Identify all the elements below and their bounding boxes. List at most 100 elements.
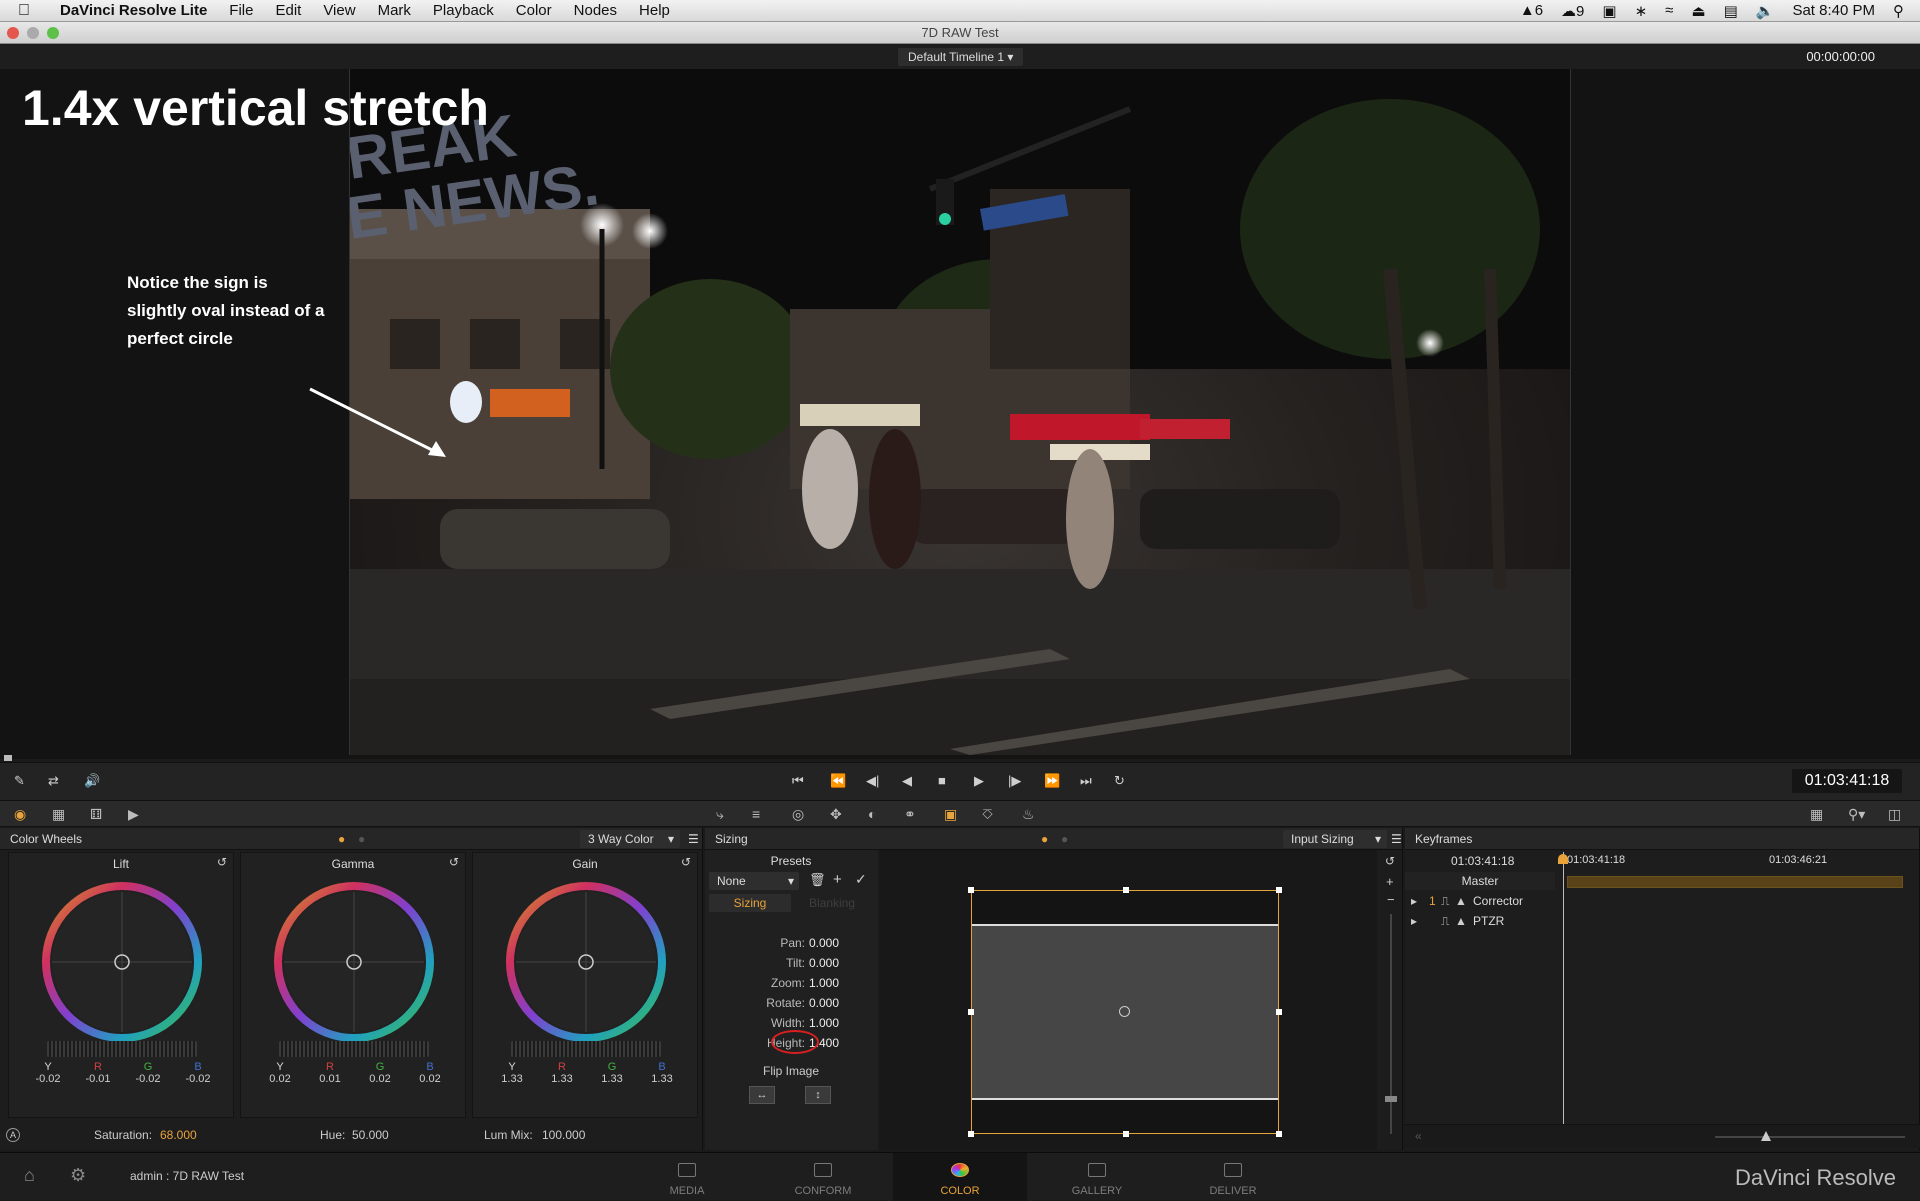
tab-deliver[interactable]: DELIVER: [1166, 1153, 1300, 1201]
tab-conform[interactable]: CONFORM: [756, 1153, 890, 1201]
viewer-image[interactable]: REAK E NEWS.: [349, 69, 1571, 755]
split-screen-icon[interactable]: ◫: [1888, 806, 1901, 823]
collapse-icon[interactable]: «: [1415, 1129, 1422, 1143]
reset-icon[interactable]: ↺: [1385, 854, 1395, 868]
spotlight-icon[interactable]: ⚲: [1893, 2, 1904, 20]
tab-gallery[interactable]: GALLERY: [1030, 1153, 1164, 1201]
menu-color[interactable]: Color: [516, 2, 552, 19]
master-row-label[interactable]: Master: [1405, 872, 1555, 890]
fast-forward-button[interactable]: ⏩: [1044, 773, 1060, 789]
sizing-preview[interactable]: [879, 850, 1377, 1150]
lock-icon[interactable]: ⎍: [1441, 912, 1449, 930]
master-keyframe-track[interactable]: [1567, 876, 1903, 888]
tilt-value[interactable]: 0.000: [809, 956, 839, 970]
tab-color[interactable]: COLOR: [893, 1153, 1027, 1201]
bluetooth-icon[interactable]: ∗: [1635, 2, 1648, 20]
go-to-end-button[interactable]: ⏭: [1080, 773, 1092, 789]
master-wheel-slider[interactable]: [47, 1041, 197, 1057]
rotate-value[interactable]: 0.000: [809, 996, 839, 1010]
center-handle[interactable]: [1119, 1006, 1130, 1017]
menu-mark[interactable]: Mark: [378, 2, 411, 19]
viewer[interactable]: REAK E NEWS. 1.4x vertical stretch Notic…: [0, 69, 1920, 761]
tab-media[interactable]: MEDIA: [620, 1153, 754, 1201]
preset-dropdown[interactable]: None ▾: [709, 872, 799, 890]
scrubber-handle[interactable]: [4, 755, 12, 761]
flip-vertical-button[interactable]: ↕: [805, 1086, 831, 1104]
page-dot[interactable]: ●: [1061, 828, 1068, 850]
keyframe-zoom-track[interactable]: [1715, 1136, 1905, 1138]
close-window-button[interactable]: [7, 27, 19, 39]
flip-horizontal-button[interactable]: ↔: [749, 1086, 775, 1104]
zoom-slider-handle[interactable]: [1385, 1096, 1397, 1102]
keyframe-row[interactable]: ▸ 1 ⎍ ▲ Corrector: [1405, 892, 1555, 910]
next-frame-button[interactable]: |▶: [1008, 773, 1021, 789]
hue-value[interactable]: 50.000: [352, 1128, 389, 1142]
apply-preset-icon[interactable]: ✓: [855, 871, 867, 888]
lum-mix-value[interactable]: 100.000: [542, 1128, 585, 1142]
layout-grid-icon[interactable]: ▦: [1810, 806, 1823, 823]
master-wheel-slider[interactable]: [279, 1041, 429, 1057]
gamma-color-wheel[interactable]: [269, 877, 439, 1047]
expand-arrow-icon[interactable]: ▸: [1411, 892, 1417, 910]
zoom-out-icon[interactable]: −: [1387, 892, 1395, 907]
menu-file[interactable]: File: [229, 2, 253, 19]
auto-balance-icon[interactable]: A: [6, 1128, 20, 1142]
tab-blanking[interactable]: Blanking: [791, 894, 873, 912]
gain-color-wheel[interactable]: [501, 877, 671, 1047]
page-dot-active[interactable]: ●: [338, 828, 345, 850]
zoom-window-button[interactable]: [47, 27, 59, 39]
g-value[interactable]: -0.02: [135, 1073, 160, 1085]
auto-icon[interactable]: ▲: [1455, 912, 1467, 930]
minimize-window-button[interactable]: [27, 27, 39, 39]
playhead-handle[interactable]: [1558, 854, 1568, 864]
corner-handle[interactable]: [968, 1131, 974, 1137]
r-value[interactable]: 1.33: [551, 1073, 572, 1085]
timeline-dropdown[interactable]: Default Timeline 1 ▾: [898, 48, 1024, 66]
calendar-icon[interactable]: ▤: [1724, 2, 1738, 20]
qualifier-icon[interactable]: ≡: [752, 806, 760, 822]
prev-frame-button[interactable]: ◀|: [866, 773, 879, 789]
menu-view[interactable]: View: [323, 2, 355, 19]
volume-icon[interactable]: 🔈: [1756, 2, 1775, 20]
eject-icon[interactable]: ⏏: [1691, 2, 1705, 20]
tracker-icon[interactable]: ✥: [830, 806, 842, 823]
zoom-dropdown-icon[interactable]: ⚲▾: [1848, 806, 1865, 823]
menu-edit[interactable]: Edit: [275, 2, 301, 19]
auto-icon[interactable]: ▲: [1455, 892, 1467, 910]
y-value[interactable]: 0.02: [269, 1073, 290, 1085]
edge-handle[interactable]: [968, 1009, 974, 1015]
reset-icon[interactable]: ↺: [217, 855, 227, 869]
page-dot[interactable]: ●: [358, 828, 365, 850]
eyedropper-icon[interactable]: ✎: [14, 773, 25, 789]
menu-help[interactable]: Help: [639, 2, 670, 19]
pan-value[interactable]: 0.000: [809, 936, 839, 950]
panel-menu-icon[interactable]: ☰: [688, 828, 699, 850]
window-icon[interactable]: ◎: [792, 806, 804, 823]
b-value[interactable]: 0.02: [419, 1073, 440, 1085]
edge-handle[interactable]: [1123, 1131, 1129, 1137]
apple-icon[interactable]: : [18, 2, 40, 20]
tab-sizing[interactable]: Sizing: [709, 894, 791, 912]
sizing-mode-dropdown[interactable]: Input Sizing ▾: [1283, 830, 1387, 848]
loop-icon[interactable]: ↻: [1114, 773, 1125, 789]
stereo-icon[interactable]: ⎏: [982, 806, 993, 823]
y-value[interactable]: 1.33: [501, 1073, 522, 1085]
width-value[interactable]: 1.000: [809, 1016, 839, 1030]
nodes-tab-icon[interactable]: ⚅: [90, 806, 102, 823]
reset-icon[interactable]: ↺: [449, 855, 459, 869]
rewind-button[interactable]: ⏪: [830, 773, 846, 789]
cc-status-icon[interactable]: ☁9: [1561, 2, 1584, 20]
go-to-start-button[interactable]: ⏮: [792, 773, 804, 789]
lift-color-wheel[interactable]: [37, 877, 207, 1047]
wifi-icon[interactable]: ≈: [1665, 2, 1673, 19]
corner-handle[interactable]: [1276, 887, 1282, 893]
audio-icon[interactable]: 🔊: [84, 773, 100, 789]
curves-tab-icon[interactable]: ▦: [52, 806, 65, 823]
page-dot-active[interactable]: ●: [1041, 828, 1048, 850]
wheel-mode-dropdown[interactable]: 3 Way Color ▾: [580, 830, 680, 848]
display-icon[interactable]: ▣: [1602, 2, 1616, 20]
stop-button[interactable]: ■: [938, 773, 946, 788]
add-preset-icon[interactable]: +: [833, 871, 842, 888]
r-value[interactable]: -0.01: [85, 1073, 110, 1085]
keyframe-row[interactable]: ▸ ⎍ ▲ PTZR: [1405, 912, 1555, 930]
